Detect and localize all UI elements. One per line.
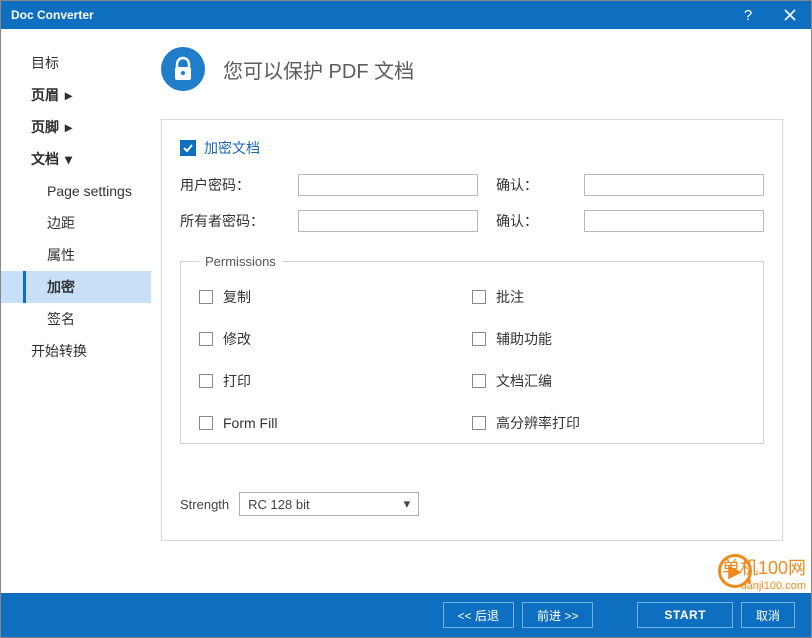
button-label: << 后退 (458, 607, 499, 624)
back-button[interactable]: << 后退 (443, 602, 514, 628)
perm-print-checkbox[interactable] (199, 374, 213, 388)
cancel-button[interactable]: 取消 (741, 602, 795, 628)
sidebar-item-sign[interactable]: 签名 (1, 303, 151, 335)
start-button[interactable]: START (637, 602, 733, 628)
button-label: START (664, 608, 706, 622)
sidebar-item-label: 页脚 (31, 117, 59, 137)
perm-accessibility-label: 辅助功能 (496, 329, 552, 349)
main-panel: 您可以保护 PDF 文档 加密文档 用户密码： 确认： 所有者密码： 确认： (151, 29, 811, 593)
perm-modify-checkbox[interactable] (199, 332, 213, 346)
chevron-down-icon: ▾ (404, 496, 411, 512)
perm-assemble-checkbox[interactable] (472, 374, 486, 388)
user-password-label: 用户密码： (180, 175, 280, 195)
owner-password-label: 所有者密码： (180, 211, 280, 231)
sidebar-item-label: 属性 (47, 245, 75, 265)
encrypt-label: 加密文档 (204, 138, 260, 158)
user-confirm-input[interactable] (584, 174, 764, 196)
perm-accessibility-checkbox[interactable] (472, 332, 486, 346)
forward-button[interactable]: 前进 >> (522, 602, 593, 628)
perm-annotate-label: 批注 (496, 287, 524, 307)
app-title: Doc Converter (11, 8, 94, 22)
perm-modify-label: 修改 (223, 329, 251, 349)
sidebar-item-header[interactable]: 页眉 ▸ (1, 79, 151, 111)
owner-confirm-input[interactable] (584, 210, 764, 232)
sidebar-item-label: 目标 (31, 53, 59, 73)
perm-hires-checkbox[interactable] (472, 416, 486, 430)
button-label: 取消 (756, 607, 780, 624)
page-title: 您可以保护 PDF 文档 (223, 55, 414, 84)
sidebar-item-encrypt[interactable]: 加密 (1, 271, 151, 303)
sidebar-item-label: 开始转换 (31, 341, 87, 361)
sidebar-item-document[interactable]: 文档 ▾ (1, 143, 151, 175)
sidebar-item-target[interactable]: 目标 (1, 47, 151, 79)
permissions-group: Permissions 复制 批注 修改 辅助功能 打印 文档汇编 Form F… (180, 254, 764, 444)
encrypt-checkbox[interactable] (180, 140, 196, 156)
strength-label: Strength (180, 497, 229, 512)
sidebar-item-margins[interactable]: 边距 (1, 207, 151, 239)
strength-select[interactable]: RC 128 bit ▾ (239, 492, 419, 516)
sidebar-item-label: 文档 (31, 149, 59, 169)
perm-copy-checkbox[interactable] (199, 290, 213, 304)
sidebar: 目标 页眉 ▸ 页脚 ▸ 文档 ▾ Page settings 边距 属性 加密 签名… (1, 29, 151, 593)
owner-confirm-label: 确认： (496, 211, 566, 231)
owner-password-input[interactable] (298, 210, 478, 232)
permissions-legend: Permissions (199, 254, 282, 269)
sidebar-item-label: 边距 (47, 213, 75, 233)
strength-value: RC 128 bit (248, 497, 309, 512)
perm-assemble-label: 文档汇编 (496, 371, 552, 391)
perm-annotate-checkbox[interactable] (472, 290, 486, 304)
sidebar-item-label: 加密 (47, 277, 75, 297)
chevron-right-icon: ▸ (65, 87, 72, 104)
user-confirm-label: 确认： (496, 175, 566, 195)
perm-hires-label: 高分辨率打印 (496, 413, 580, 433)
sidebar-item-label: 签名 (47, 309, 75, 329)
chevron-right-icon: ▸ (65, 119, 72, 136)
user-password-input[interactable] (298, 174, 478, 196)
sidebar-item-label: Page settings (47, 183, 132, 199)
button-label: 前进 >> (537, 607, 578, 624)
perm-copy-label: 复制 (223, 287, 251, 307)
sidebar-item-footer[interactable]: 页脚 ▸ (1, 111, 151, 143)
sidebar-item-start-convert[interactable]: 开始转换 (1, 335, 151, 367)
settings-panel: 加密文档 用户密码： 确认： 所有者密码： 确认： Permissions 复制… (161, 119, 783, 541)
perm-formfill-checkbox[interactable] (199, 416, 213, 430)
help-button[interactable]: ? (727, 1, 769, 29)
chevron-down-icon: ▾ (65, 151, 72, 168)
titlebar: Doc Converter ? (1, 1, 811, 29)
sidebar-item-label: 页眉 (31, 85, 59, 105)
perm-formfill-label: Form Fill (223, 415, 277, 431)
close-button[interactable] (769, 1, 811, 29)
close-icon (784, 9, 796, 21)
check-icon (182, 142, 194, 154)
footer: << 后退 前进 >> START 取消 (1, 593, 811, 637)
sidebar-item-properties[interactable]: 属性 (1, 239, 151, 271)
lock-icon (161, 47, 205, 91)
sidebar-item-page-settings[interactable]: Page settings (1, 175, 151, 207)
perm-print-label: 打印 (223, 371, 251, 391)
